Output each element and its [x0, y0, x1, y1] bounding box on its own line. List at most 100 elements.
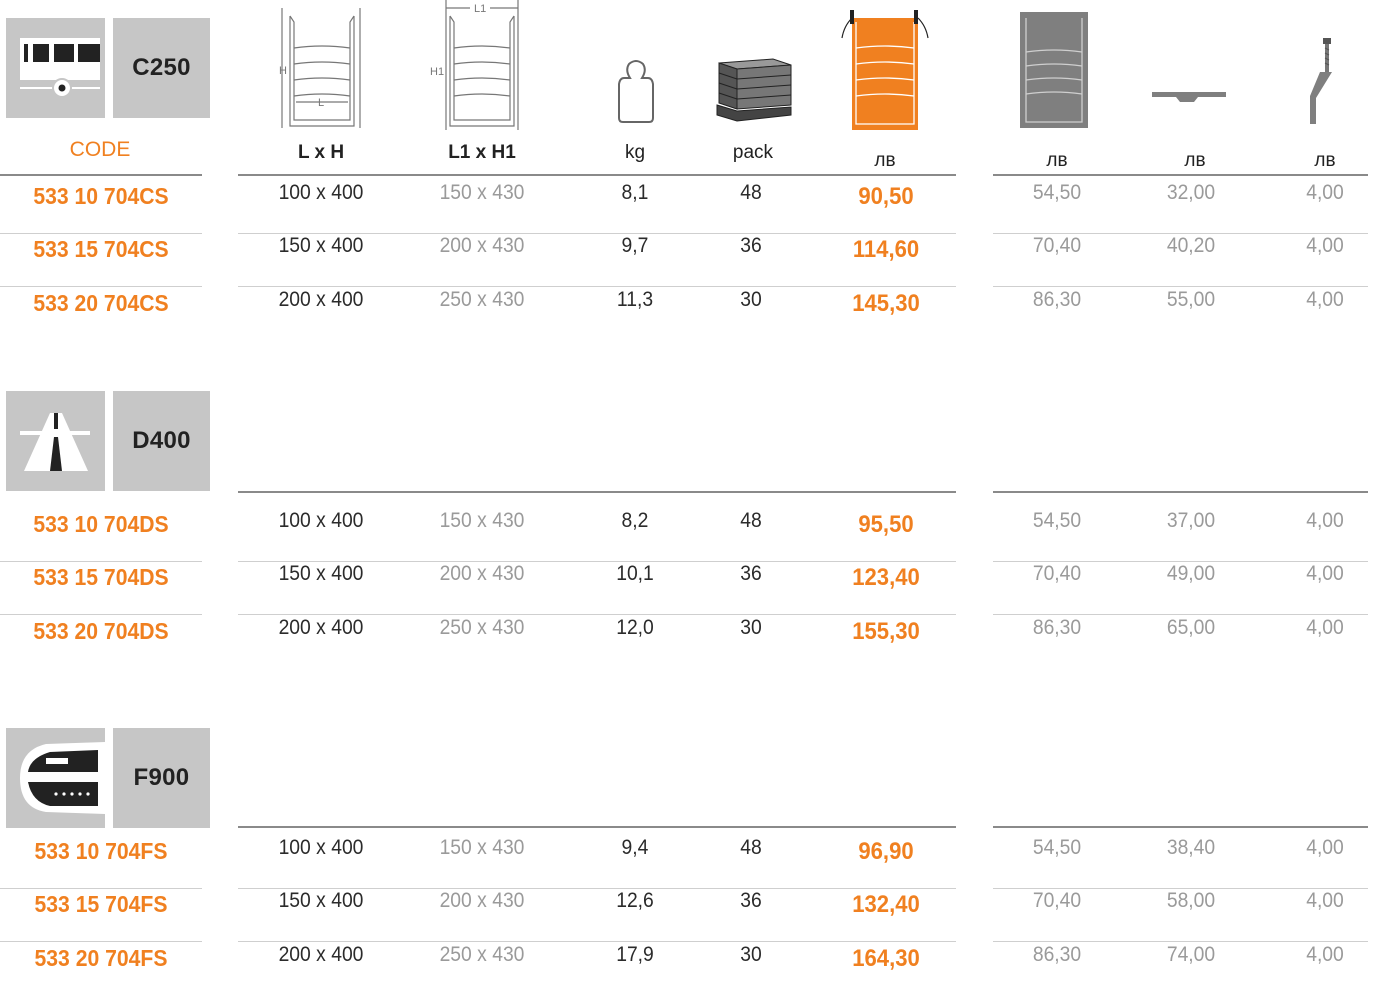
row-divider	[0, 286, 202, 287]
weight-value: 9,4	[621, 836, 649, 859]
outer-dimensions: 150 x 430	[439, 509, 525, 532]
outer-dimensions: 250 x 430	[439, 942, 525, 966]
row-divider	[0, 888, 202, 889]
weight-value: 9,7	[621, 234, 649, 258]
outer-dimensions: 250 x 430	[439, 287, 525, 311]
svg-text:H: H	[279, 65, 287, 77]
header-lxh: L x H	[297, 142, 345, 163]
inner-dimensions: 150 x 400	[278, 562, 364, 586]
row-divider	[0, 941, 202, 942]
aircraft-icon	[6, 728, 105, 828]
row-divider	[0, 233, 202, 234]
price-value: 90,50	[858, 183, 914, 210]
product-code: 533 20 704CS	[33, 289, 169, 316]
row-divider	[0, 561, 202, 562]
outer-dimensions: 200 x 430	[439, 562, 525, 586]
row-divider	[0, 614, 202, 615]
inner-dimensions: 100 x 400	[278, 181, 364, 204]
bolt-price: 4,00	[1306, 234, 1344, 258]
header-rule	[0, 174, 202, 176]
outer-dimensions: 250 x 430	[439, 615, 525, 639]
header-l1xh1: L1 x H1	[448, 142, 516, 163]
gray-channel-icon	[1020, 12, 1088, 128]
outer-dimensions: 200 x 430	[439, 889, 525, 913]
channel-price: 86,30	[1032, 615, 1082, 639]
outer-dimensions: 150 x 430	[439, 181, 525, 204]
grate-price: 32,00	[1166, 181, 1216, 204]
header-currency: лв	[1184, 150, 1206, 171]
product-code: 533 15 704CS	[33, 236, 169, 263]
grate-price: 65,00	[1166, 615, 1216, 639]
bolt-price: 4,00	[1306, 181, 1344, 204]
class-box-f900: F900	[6, 728, 210, 828]
inner-dimensions: 150 x 400	[278, 234, 364, 258]
price-value: 114,60	[852, 236, 920, 264]
outer-dimensions: 150 x 430	[439, 836, 525, 859]
orange-channel-icon	[841, 10, 929, 130]
inner-dimensions: 150 x 400	[278, 889, 364, 913]
product-code: 533 10 704FS	[34, 838, 168, 864]
price-value: 132,40	[852, 891, 920, 919]
header-currency: лв	[1314, 150, 1336, 171]
grate-price: 38,40	[1166, 836, 1216, 859]
weight-value: 12,0	[616, 615, 654, 639]
class-label: D400	[113, 391, 210, 491]
road-traffic-icon	[6, 391, 105, 491]
weight-value: 8,1	[621, 181, 649, 204]
section-rule	[238, 826, 956, 828]
price-value: 95,50	[858, 511, 914, 538]
code-header: CODE	[69, 138, 131, 161]
bolt-price: 4,00	[1306, 615, 1344, 639]
channel-price: 86,30	[1032, 942, 1082, 966]
pack-value: 30	[740, 287, 762, 311]
weight-icon	[618, 60, 654, 123]
channel-price: 54,50	[1032, 836, 1082, 859]
channel-price: 54,50	[1032, 509, 1082, 532]
svg-text:L: L	[318, 97, 324, 109]
channel-price: 70,40	[1032, 562, 1082, 586]
class-label: F900	[113, 728, 210, 828]
pedestrian-traffic-icon	[6, 18, 105, 118]
header-rule	[993, 174, 1368, 176]
pack-value: 48	[740, 836, 762, 859]
inner-dimensions: 100 x 400	[278, 836, 364, 859]
price-value: 164,30	[852, 944, 920, 972]
channel-outer-dimension-icon: L1 H1	[430, 0, 519, 130]
pack-value: 48	[740, 509, 762, 532]
pack-value: 30	[740, 942, 762, 966]
product-code: 533 20 704FS	[34, 944, 168, 971]
inner-dimensions: 200 x 400	[278, 942, 364, 966]
product-code: 533 15 704FS	[34, 891, 168, 918]
weight-value: 17,9	[616, 942, 654, 966]
outer-dimensions: 200 x 430	[439, 234, 525, 258]
class-label: C250	[113, 18, 210, 118]
header-kg: kg	[624, 142, 646, 163]
bolt-price: 4,00	[1306, 889, 1344, 913]
inner-dimensions: 100 x 400	[278, 509, 364, 532]
inner-dimensions: 200 x 400	[278, 615, 364, 639]
bolt-price: 4,00	[1306, 562, 1344, 586]
grate-price: 55,00	[1166, 287, 1216, 311]
grate-price: 74,00	[1166, 942, 1216, 966]
section-rule	[993, 826, 1368, 828]
bolt-icon	[1310, 38, 1332, 124]
price-value: 96,90	[858, 838, 914, 865]
svg-text:H1: H1	[430, 66, 444, 78]
price-value: 145,30	[852, 289, 920, 317]
weight-value: 10,1	[616, 562, 654, 586]
channel-price: 70,40	[1032, 234, 1082, 258]
product-code: 533 10 704DS	[33, 511, 169, 537]
grate-price: 49,00	[1166, 562, 1216, 586]
header-rule	[238, 174, 956, 176]
grate-price: 58,00	[1166, 889, 1216, 913]
weight-value: 11,3	[616, 287, 654, 311]
pack-value: 36	[740, 234, 762, 258]
header-pack: pack	[732, 142, 774, 163]
channel-price: 86,30	[1032, 287, 1082, 311]
pack-value: 36	[740, 889, 762, 913]
header-currency: лв	[874, 150, 896, 171]
pack-value: 30	[740, 615, 762, 639]
pack-value: 48	[740, 181, 762, 204]
inner-dimensions: 200 x 400	[278, 287, 364, 311]
weight-value: 8,2	[621, 509, 649, 532]
